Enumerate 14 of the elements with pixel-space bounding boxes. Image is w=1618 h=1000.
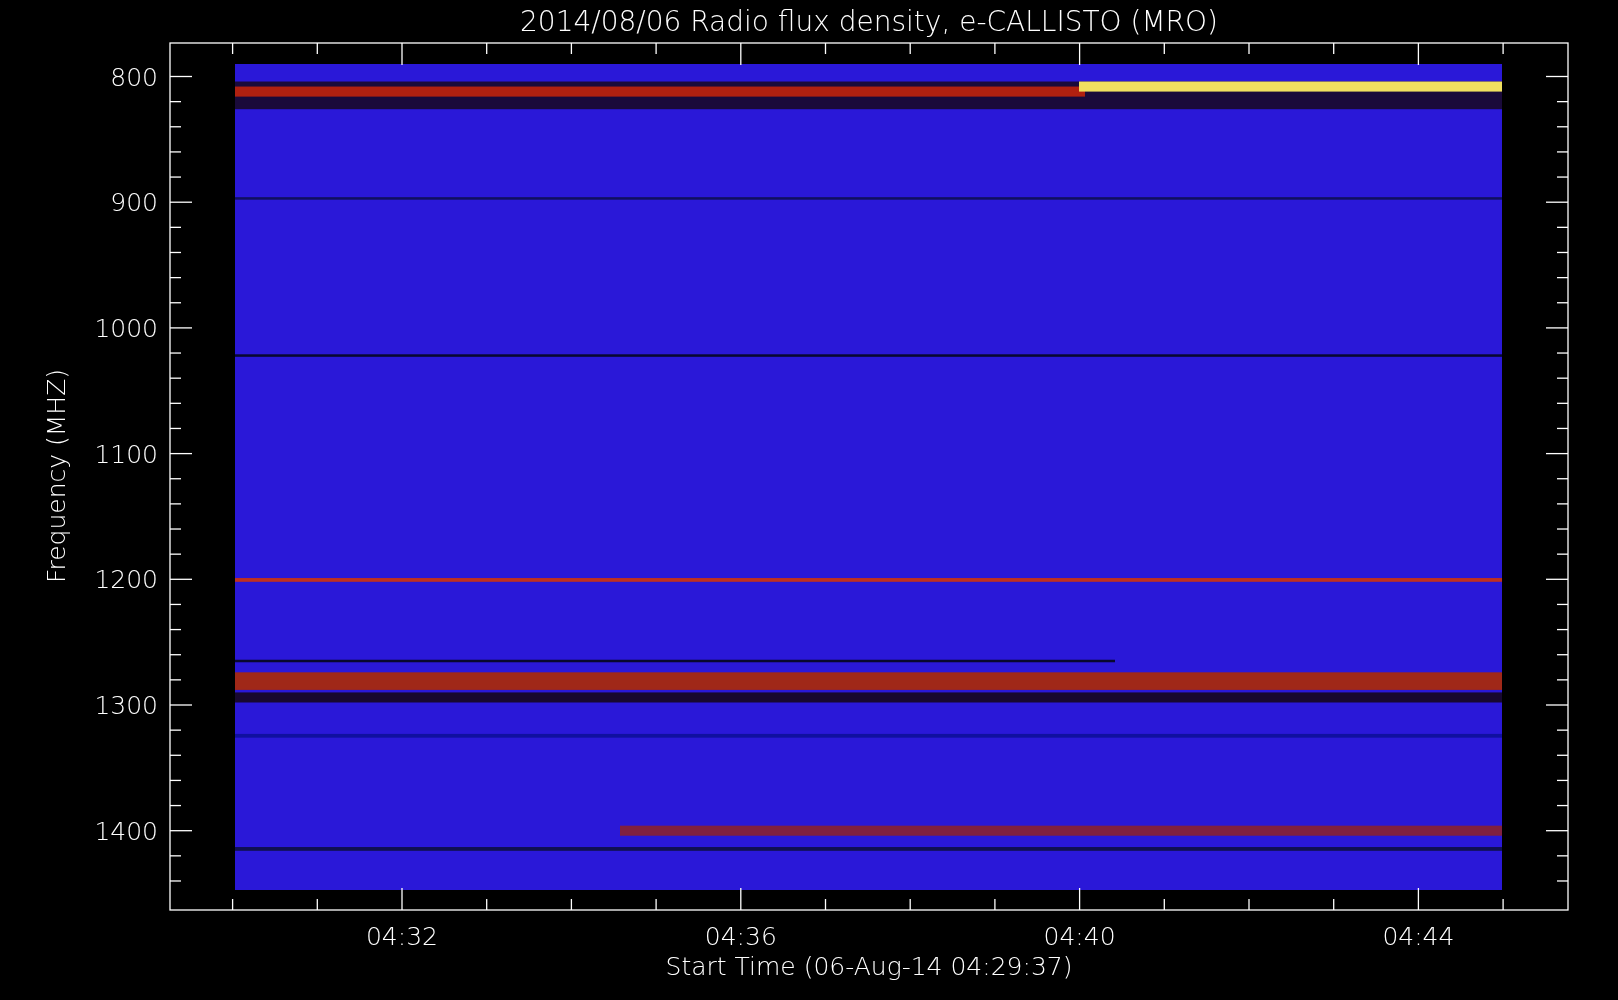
- axis-tick-label: 1000: [94, 313, 158, 343]
- axis-title: Frequency (MHZ): [42, 368, 71, 584]
- axis-tick-label: 1100: [94, 439, 158, 469]
- chart-title: 2014/08/06 Radio flux density, e-CALLISTO (MRO): [520, 5, 1218, 38]
- axis-tick-label: 04:32: [366, 922, 438, 951]
- axis-tick-label: 04:36: [704, 922, 777, 951]
- axis-tick-label: 1300: [94, 691, 158, 720]
- axis-tick-label: 1400: [94, 816, 158, 846]
- axis-tick-label: 900: [110, 188, 158, 218]
- axis-tick-label: 04:44: [1382, 922, 1455, 951]
- axis-tick-label: 1200: [94, 565, 158, 595]
- axis-tick-label: 04:40: [1043, 922, 1116, 951]
- axis-title: Start Time (06-Aug-14 04:29:37): [665, 952, 1073, 981]
- axis-tick-label: 800: [110, 62, 158, 92]
